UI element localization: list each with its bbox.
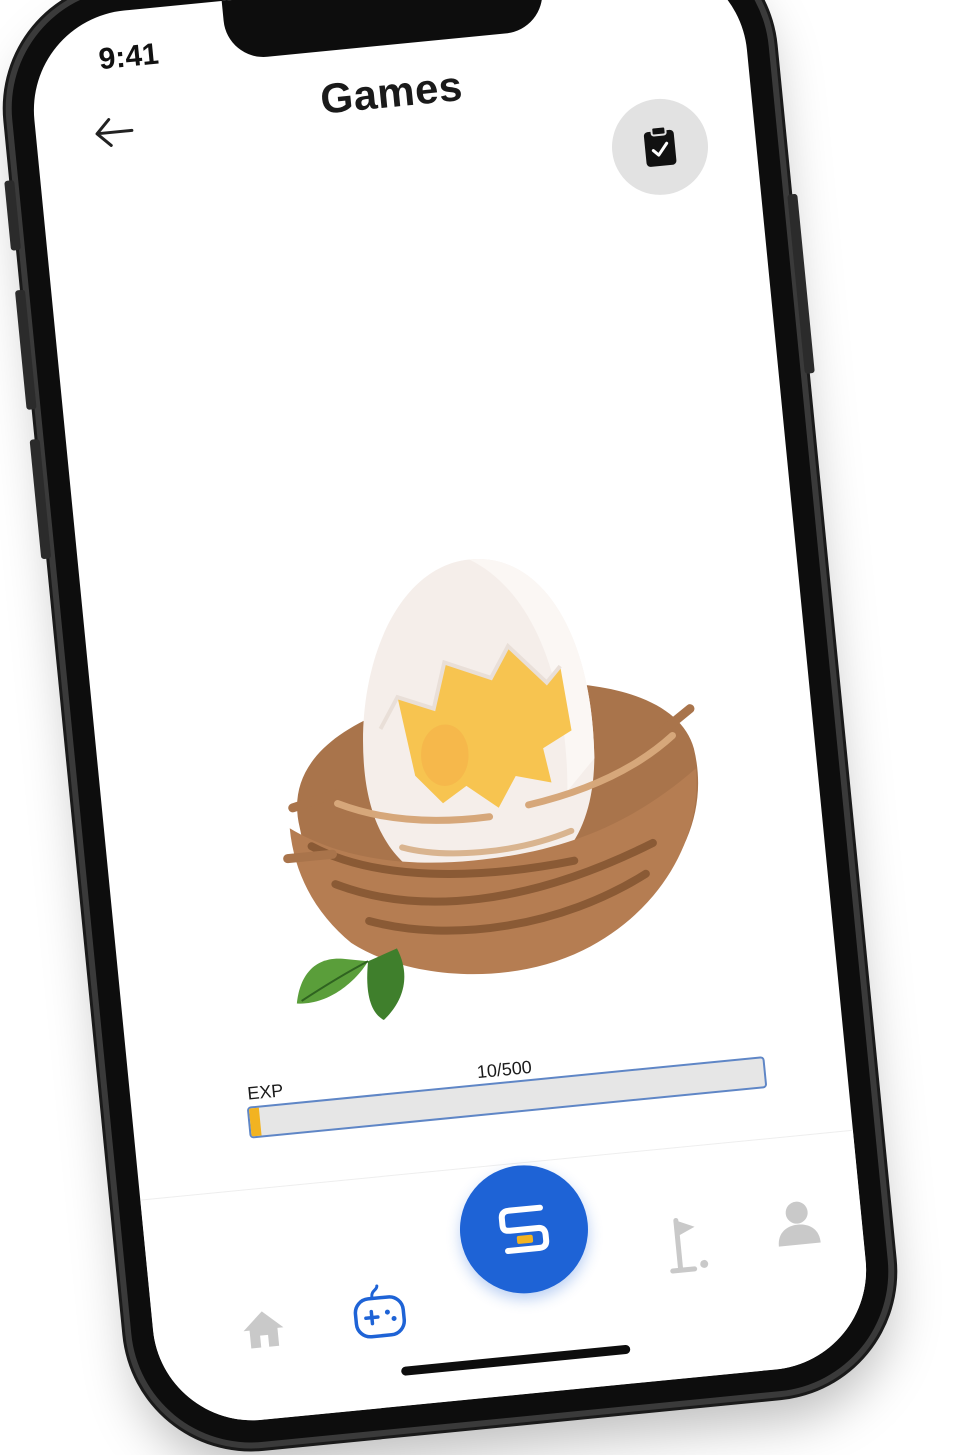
nav-profile[interactable] (768, 1194, 827, 1253)
quests-button[interactable] (607, 94, 713, 200)
status-time: 9:41 (97, 37, 161, 77)
s-logo-icon (498, 1204, 550, 1255)
nav-golf[interactable] (659, 1211, 719, 1280)
clipboard-check-icon (643, 125, 677, 167)
app-screen: 9:41 Games EXP 10/500 (24, 0, 876, 1430)
phone-notch (220, 0, 547, 61)
nav-games[interactable] (344, 1277, 414, 1347)
exp-bar-fill (248, 1107, 262, 1137)
home-icon (243, 1311, 284, 1349)
gamepad-icon (353, 1284, 407, 1339)
exp-bar: 10/500 (246, 1056, 768, 1139)
user-icon (778, 1201, 821, 1247)
home-indicator[interactable] (400, 1344, 631, 1376)
golf-flag-icon (670, 1217, 709, 1274)
exp-progress: EXP 10/500 (244, 1033, 768, 1139)
phone-mockup: 9:41 Games EXP 10/500 (0, 0, 900, 1454)
nav-home[interactable] (231, 1296, 297, 1362)
pet-egg-illustration[interactable] (243, 518, 737, 1030)
exp-value: 10/500 (475, 1056, 533, 1083)
nav-center-button[interactable] (454, 1159, 594, 1300)
